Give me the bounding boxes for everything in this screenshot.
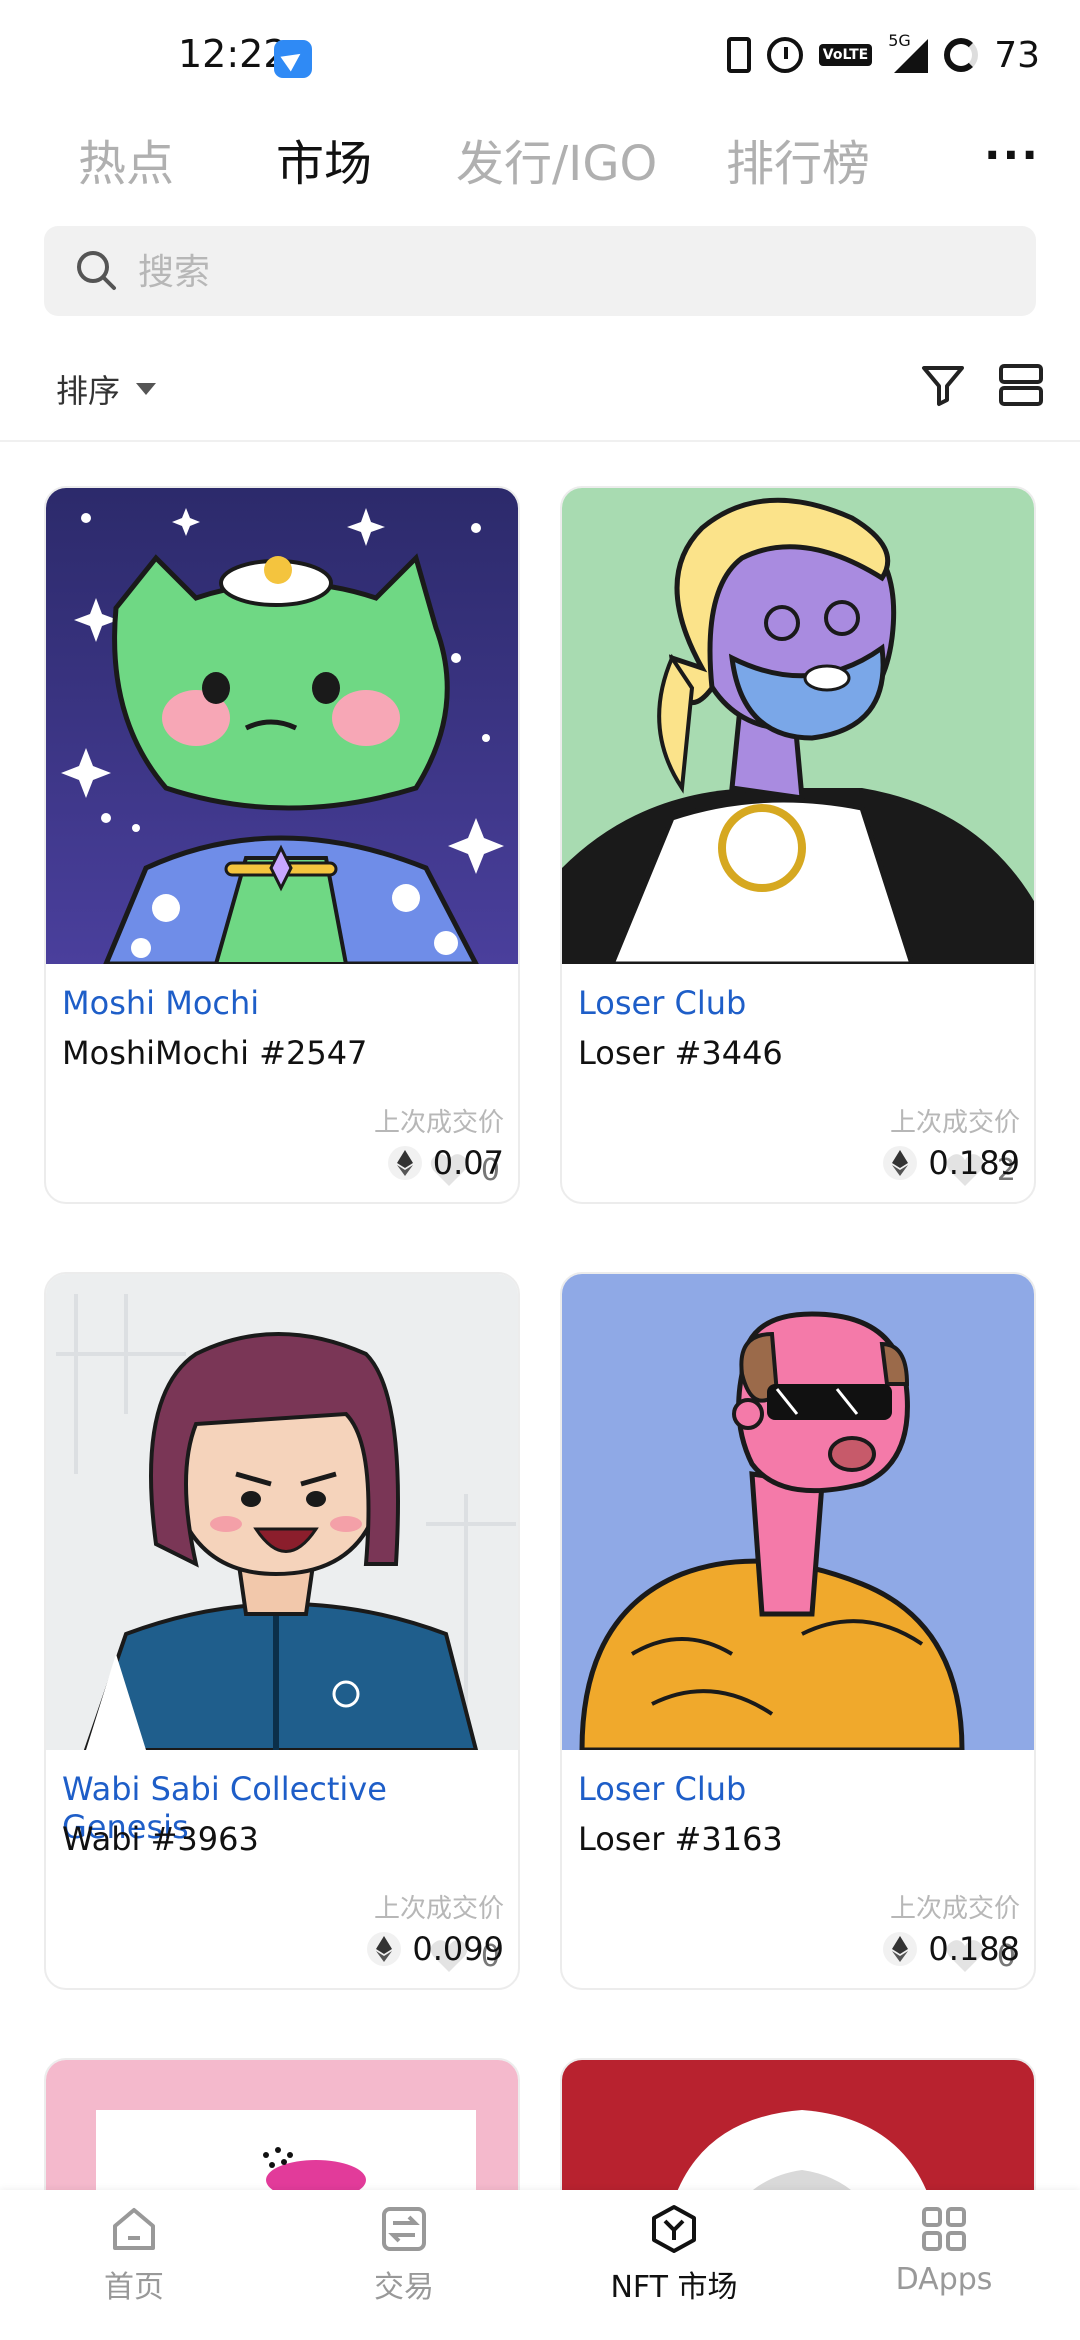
token-name: Loser #3446 — [578, 1034, 783, 1072]
status-bar: 12:22 VoLTE 5G 73 — [0, 0, 1080, 110]
eth-icon — [883, 1932, 918, 1966]
vibrate-icon — [726, 37, 751, 73]
search-input[interactable] — [136, 226, 990, 318]
last-price-label: 上次成交价 — [889, 1894, 1020, 1924]
nft-card[interactable]: 0 Loser Club Loser #3163 上次成交价 0.188 — [560, 1272, 1036, 1990]
nav-label: DApps — [895, 2262, 993, 2297]
collection-name[interactable]: Moshi Mochi — [62, 984, 259, 1022]
caret-down-icon — [136, 383, 157, 395]
signal-icon: 5G — [888, 31, 929, 73]
last-price-label: 上次成交价 — [889, 1108, 1020, 1138]
sort-button[interactable]: 排序 — [56, 366, 157, 412]
nav-home[interactable]: 首页 — [34, 2204, 234, 2306]
price-value: 0.07 — [432, 1144, 504, 1182]
price-value: 0.188 — [928, 1930, 1020, 1968]
collection-name[interactable]: Loser Club — [578, 1770, 746, 1808]
tab-hot[interactable]: 热点 — [78, 124, 174, 194]
collection-name[interactable]: Loser Club — [578, 984, 746, 1022]
token-name: MoshiMochi #2547 — [62, 1034, 368, 1072]
tab-market[interactable]: 市场 — [276, 124, 372, 194]
trade-icon — [382, 2207, 426, 2251]
search-bar[interactable] — [44, 226, 1036, 318]
nav-trade[interactable]: 交易 — [304, 2204, 504, 2306]
bottom-nav: 首页 交易 NFT 市场 DApps — [0, 2190, 1080, 2340]
battery-level: 73 — [994, 34, 1040, 76]
sort-label: 排序 — [56, 372, 121, 410]
nav-label: 首页 — [104, 2270, 164, 2305]
nav-dapps[interactable]: DApps — [844, 2204, 1044, 2297]
nft-card[interactable]: 2 Loser Club Loser #3446 上次成交价 0.189 — [560, 486, 1036, 1204]
nft-image-pink-sunglasses — [562, 1274, 1034, 1750]
nav-label: 交易 — [374, 2270, 434, 2305]
home-icon — [113, 2208, 155, 2250]
nav-label: NFT 市场 — [610, 2270, 738, 2305]
nft-card[interactable]: 0 Wabi Sabi Collective Genesis Wabi #396… — [44, 1272, 520, 1990]
battery-icon — [944, 38, 979, 72]
price-value: 0.099 — [412, 1930, 504, 1968]
alarm-icon — [766, 37, 803, 73]
more-menu-button[interactable]: ··· — [984, 130, 1040, 181]
top-tabs: 热点 市场 发行/IGO 排行榜 ··· — [0, 110, 1080, 220]
token-name: Wabi #3963 — [62, 1820, 259, 1858]
dapps-icon — [922, 2207, 966, 2251]
price-row: 0.07 — [387, 1144, 504, 1182]
price-value: 0.189 — [928, 1144, 1020, 1182]
nft-card[interactable]: 0 Moshi Mochi MoshiMochi #2547 上次成交价 0.0… — [44, 486, 520, 1204]
nft-image-purple-face — [562, 488, 1034, 964]
app-notification-icon — [274, 40, 312, 78]
status-icons: VoLTE 5G 73 — [726, 31, 1040, 78]
eth-icon — [367, 1932, 402, 1966]
price-row: 0.189 — [882, 1144, 1020, 1182]
sort-filter-bar: 排序 — [0, 350, 1080, 442]
network-label: 5G — [888, 31, 911, 50]
eth-icon — [883, 1146, 918, 1180]
filter-icon[interactable] — [918, 360, 968, 410]
token-name: Loser #3163 — [578, 1820, 783, 1858]
nft-icon — [652, 2205, 696, 2253]
tab-igo[interactable]: 发行/IGO — [456, 124, 657, 194]
price-row: 0.099 — [366, 1930, 504, 1968]
nft-image-girl-jacket — [46, 1274, 518, 1750]
last-price-label: 上次成交价 — [373, 1894, 504, 1924]
search-icon — [77, 251, 116, 290]
screen: 12:22 VoLTE 5G 73 热点 市场 发行/IGO 排行榜 ··· 排… — [0, 0, 1080, 2340]
nft-image-green-cat — [46, 488, 518, 964]
last-price-label: 上次成交价 — [373, 1108, 504, 1138]
eth-icon — [387, 1146, 422, 1180]
tab-ranking[interactable]: 排行榜 — [726, 124, 870, 194]
status-time: 12:22 — [178, 32, 288, 76]
price-row: 0.188 — [882, 1930, 1020, 1968]
layout-toggle-icon[interactable] — [996, 360, 1046, 410]
nav-nft-market[interactable]: NFT 市场 — [574, 2204, 774, 2306]
volte-icon: VoLTE — [818, 44, 873, 66]
